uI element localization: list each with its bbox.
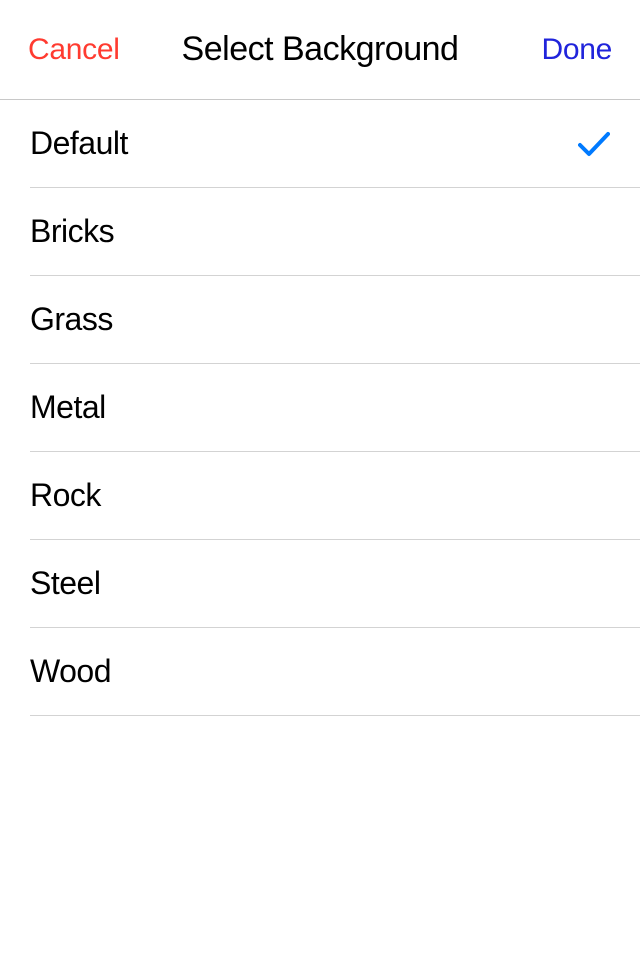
navbar: Cancel Select Background Done <box>0 0 640 100</box>
list-item[interactable]: Steel <box>30 540 640 628</box>
list-item-label: Grass <box>30 301 610 338</box>
list-item-label: Rock <box>30 477 610 514</box>
list-item[interactable]: Grass <box>30 276 640 364</box>
list-item[interactable]: Metal <box>30 364 640 452</box>
list-item[interactable]: Wood <box>30 628 640 716</box>
done-button[interactable]: Done <box>541 33 612 67</box>
list-item-label: Default <box>30 125 578 162</box>
list-item-label: Steel <box>30 565 610 602</box>
list-item[interactable]: Rock <box>30 452 640 540</box>
list-item[interactable]: Default <box>30 100 640 188</box>
list-item-label: Wood <box>30 653 610 690</box>
page-title: Select Background <box>182 30 459 69</box>
list-item-label: Bricks <box>30 213 610 250</box>
checkmark-icon <box>578 131 610 157</box>
background-list: Default Bricks Grass Metal Rock Steel <box>0 100 640 716</box>
list-item[interactable]: Bricks <box>30 188 640 276</box>
list-item-label: Metal <box>30 389 610 426</box>
cancel-button[interactable]: Cancel <box>28 33 120 67</box>
